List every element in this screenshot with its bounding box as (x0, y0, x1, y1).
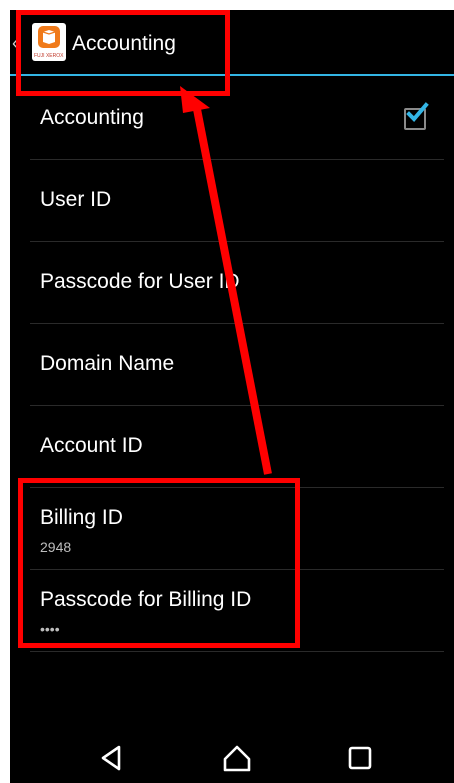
setting-domain-name[interactable]: Domain Name (30, 324, 444, 406)
back-icon[interactable] (97, 743, 127, 773)
action-bar-divider (10, 74, 454, 76)
phone-screen: ‹ FUJI XEROX Accounting Accounting User … (10, 10, 454, 783)
home-icon[interactable] (222, 743, 252, 773)
page-title: Accounting (72, 32, 176, 55)
setting-title: Passcode for User ID (40, 270, 240, 293)
setting-account-id[interactable]: Account ID (30, 406, 444, 488)
setting-title: Domain Name (40, 352, 175, 375)
setting-user-id[interactable]: User ID (30, 160, 444, 242)
settings-list: Accounting User ID Passcode for User ID … (30, 78, 444, 652)
recents-icon[interactable] (345, 743, 375, 773)
fuji-xerox-app-icon[interactable]: FUJI XEROX (32, 23, 66, 61)
setting-summary: •••• (40, 621, 60, 637)
setting-passcode-user-id[interactable]: Passcode for User ID (30, 242, 444, 324)
setting-title: Account ID (40, 434, 143, 457)
setting-passcode-billing-id[interactable]: Passcode for Billing ID •••• (30, 570, 444, 652)
action-bar: ‹ FUJI XEROX Accounting (10, 10, 454, 74)
checkmark-icon (406, 102, 429, 122)
setting-title: Billing ID (40, 506, 123, 529)
setting-summary: 2948 (40, 539, 72, 555)
setting-billing-id[interactable]: Billing ID 2948 (30, 488, 444, 570)
setting-accounting[interactable]: Accounting (30, 78, 444, 160)
setting-title: Passcode for Billing ID (40, 588, 252, 611)
back-chevron-icon[interactable]: ‹ (12, 34, 24, 52)
setting-title: User ID (40, 188, 112, 211)
setting-title: Accounting (40, 106, 144, 129)
navigation-bar (10, 723, 454, 783)
svg-text:FUJI XEROX: FUJI XEROX (34, 53, 64, 59)
